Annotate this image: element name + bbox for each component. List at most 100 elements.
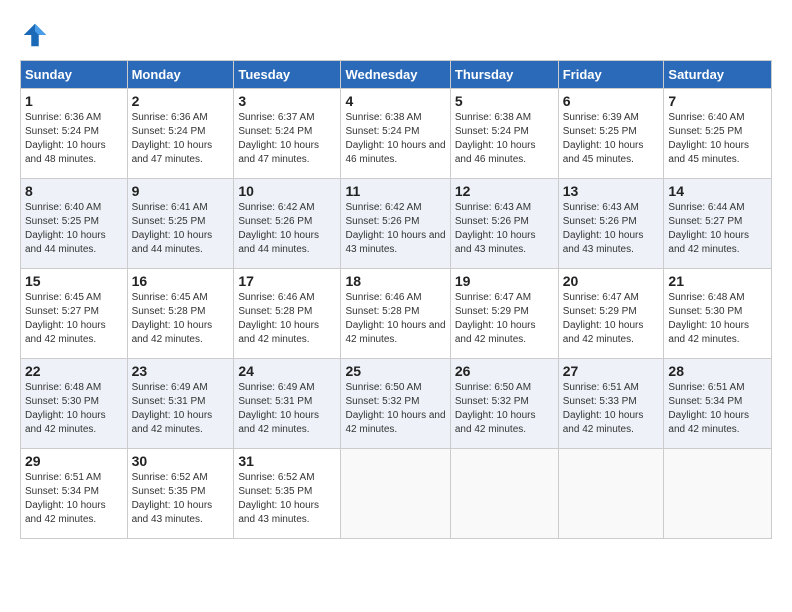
day-number: 13 (563, 183, 660, 199)
day-number: 21 (668, 273, 767, 289)
day-number: 26 (455, 363, 554, 379)
day-info: Sunrise: 6:51 AMSunset: 5:34 PMDaylight:… (25, 472, 106, 525)
day-info: Sunrise: 6:39 AMSunset: 5:25 PMDaylight:… (563, 112, 644, 165)
day-number: 22 (25, 363, 123, 379)
day-info: Sunrise: 6:47 AMSunset: 5:29 PMDaylight:… (563, 292, 644, 345)
day-number: 17 (238, 273, 336, 289)
day-info: Sunrise: 6:46 AMSunset: 5:28 PMDaylight:… (345, 292, 445, 345)
header-tuesday: Tuesday (234, 61, 341, 89)
day-cell: 18 Sunrise: 6:46 AMSunset: 5:28 PMDayligh… (341, 269, 450, 359)
day-number: 5 (455, 93, 554, 109)
day-info: Sunrise: 6:36 AMSunset: 5:24 PMDaylight:… (25, 112, 106, 165)
header-thursday: Thursday (450, 61, 558, 89)
day-info: Sunrise: 6:36 AMSunset: 5:24 PMDaylight:… (132, 112, 213, 165)
calendar-table: SundayMondayTuesdayWednesdayThursdayFrid… (20, 60, 772, 539)
day-cell: 8 Sunrise: 6:40 AMSunset: 5:25 PMDaylight… (21, 179, 128, 269)
week-row-5: 29 Sunrise: 6:51 AMSunset: 5:34 PMDayligh… (21, 449, 772, 539)
day-info: Sunrise: 6:38 AMSunset: 5:24 PMDaylight:… (455, 112, 536, 165)
day-number: 27 (563, 363, 660, 379)
day-cell: 9 Sunrise: 6:41 AMSunset: 5:25 PMDaylight… (127, 179, 234, 269)
day-number: 28 (668, 363, 767, 379)
day-info: Sunrise: 6:42 AMSunset: 5:26 PMDaylight:… (238, 202, 319, 255)
day-cell: 16 Sunrise: 6:45 AMSunset: 5:28 PMDayligh… (127, 269, 234, 359)
day-number: 19 (455, 273, 554, 289)
day-info: Sunrise: 6:40 AMSunset: 5:25 PMDaylight:… (25, 202, 106, 255)
day-cell: 10 Sunrise: 6:42 AMSunset: 5:26 PMDayligh… (234, 179, 341, 269)
header-row: SundayMondayTuesdayWednesdayThursdayFrid… (21, 61, 772, 89)
day-cell: 13Sunrise: 6:43 AMSunset: 5:26 PMDayligh… (558, 179, 664, 269)
day-info: Sunrise: 6:49 AMSunset: 5:31 PMDaylight:… (132, 382, 213, 435)
day-info: Sunrise: 6:51 AMSunset: 5:33 PMDaylight:… (563, 382, 644, 435)
week-row-2: 8 Sunrise: 6:40 AMSunset: 5:25 PMDaylight… (21, 179, 772, 269)
day-number: 10 (238, 183, 336, 199)
day-number: 8 (25, 183, 123, 199)
week-row-3: 15Sunrise: 6:45 AMSunset: 5:27 PMDayligh… (21, 269, 772, 359)
day-number: 20 (563, 273, 660, 289)
day-info: Sunrise: 6:52 AMSunset: 5:35 PMDaylight:… (132, 472, 213, 525)
day-cell (664, 449, 772, 539)
day-cell: 14Sunrise: 6:44 AMSunset: 5:27 PMDayligh… (664, 179, 772, 269)
day-cell: 25Sunrise: 6:50 AMSunset: 5:32 PMDayligh… (341, 359, 450, 449)
day-cell: 26 Sunrise: 6:50 AMSunset: 5:32 PMDayligh… (450, 359, 558, 449)
day-info: Sunrise: 6:49 AMSunset: 5:31 PMDaylight:… (238, 382, 319, 435)
day-info: Sunrise: 6:38 AMSunset: 5:24 PMDaylight:… (345, 112, 445, 165)
day-info: Sunrise: 6:52 AMSunset: 5:35 PMDaylight:… (238, 472, 319, 525)
day-cell: 17 Sunrise: 6:46 AMSunset: 5:28 PMDayligh… (234, 269, 341, 359)
day-cell: 23 Sunrise: 6:49 AMSunset: 5:31 PMDayligh… (127, 359, 234, 449)
day-number: 7 (668, 93, 767, 109)
day-cell (558, 449, 664, 539)
day-cell: 27 Sunrise: 6:51 AMSunset: 5:33 PMDayligh… (558, 359, 664, 449)
page-header (20, 20, 772, 50)
week-row-4: 22 Sunrise: 6:48 AMSunset: 5:30 PMDayligh… (21, 359, 772, 449)
day-number: 4 (345, 93, 445, 109)
header-saturday: Saturday (664, 61, 772, 89)
day-cell: 30 Sunrise: 6:52 AMSunset: 5:35 PMDayligh… (127, 449, 234, 539)
header-friday: Friday (558, 61, 664, 89)
logo (20, 20, 54, 50)
day-number: 30 (132, 453, 230, 469)
day-info: Sunrise: 6:48 AMSunset: 5:30 PMDaylight:… (668, 292, 749, 345)
day-cell: 19Sunrise: 6:47 AMSunset: 5:29 PMDayligh… (450, 269, 558, 359)
day-number: 15 (25, 273, 123, 289)
day-info: Sunrise: 6:51 AMSunset: 5:34 PMDaylight:… (668, 382, 749, 435)
day-cell: 29 Sunrise: 6:51 AMSunset: 5:34 PMDayligh… (21, 449, 128, 539)
day-number: 6 (563, 93, 660, 109)
day-cell: 24 Sunrise: 6:49 AMSunset: 5:31 PMDayligh… (234, 359, 341, 449)
day-cell: 28 Sunrise: 6:51 AMSunset: 5:34 PMDayligh… (664, 359, 772, 449)
day-number: 18 (345, 273, 445, 289)
day-info: Sunrise: 6:50 AMSunset: 5:32 PMDaylight:… (455, 382, 536, 435)
day-cell: 22 Sunrise: 6:48 AMSunset: 5:30 PMDayligh… (21, 359, 128, 449)
logo-icon (20, 20, 50, 50)
day-cell: 6 Sunrise: 6:39 AMSunset: 5:25 PMDaylight… (558, 89, 664, 179)
day-cell: 1 Sunrise: 6:36 AMSunset: 5:24 PMDaylight… (21, 89, 128, 179)
day-cell: 11Sunrise: 6:42 AMSunset: 5:26 PMDayligh… (341, 179, 450, 269)
day-cell: 15Sunrise: 6:45 AMSunset: 5:27 PMDayligh… (21, 269, 128, 359)
day-info: Sunrise: 6:44 AMSunset: 5:27 PMDaylight:… (668, 202, 749, 255)
day-cell (450, 449, 558, 539)
day-cell (341, 449, 450, 539)
header-monday: Monday (127, 61, 234, 89)
day-number: 11 (345, 183, 445, 199)
day-info: Sunrise: 6:46 AMSunset: 5:28 PMDaylight:… (238, 292, 319, 345)
day-number: 29 (25, 453, 123, 469)
day-number: 23 (132, 363, 230, 379)
day-info: Sunrise: 6:41 AMSunset: 5:25 PMDaylight:… (132, 202, 213, 255)
day-info: Sunrise: 6:50 AMSunset: 5:32 PMDaylight:… (345, 382, 445, 435)
header-wednesday: Wednesday (341, 61, 450, 89)
day-number: 24 (238, 363, 336, 379)
day-number: 31 (238, 453, 336, 469)
week-row-1: 1 Sunrise: 6:36 AMSunset: 5:24 PMDaylight… (21, 89, 772, 179)
header-sunday: Sunday (21, 61, 128, 89)
day-info: Sunrise: 6:48 AMSunset: 5:30 PMDaylight:… (25, 382, 106, 435)
day-cell: 20 Sunrise: 6:47 AMSunset: 5:29 PMDayligh… (558, 269, 664, 359)
day-cell: 5 Sunrise: 6:38 AMSunset: 5:24 PMDaylight… (450, 89, 558, 179)
day-info: Sunrise: 6:45 AMSunset: 5:28 PMDaylight:… (132, 292, 213, 345)
day-cell: 21 Sunrise: 6:48 AMSunset: 5:30 PMDayligh… (664, 269, 772, 359)
day-cell: 31 Sunrise: 6:52 AMSunset: 5:35 PMDayligh… (234, 449, 341, 539)
day-number: 9 (132, 183, 230, 199)
day-number: 16 (132, 273, 230, 289)
day-cell: 7Sunrise: 6:40 AMSunset: 5:25 PMDaylight… (664, 89, 772, 179)
day-info: Sunrise: 6:37 AMSunset: 5:24 PMDaylight:… (238, 112, 319, 165)
day-number: 1 (25, 93, 123, 109)
day-number: 3 (238, 93, 336, 109)
